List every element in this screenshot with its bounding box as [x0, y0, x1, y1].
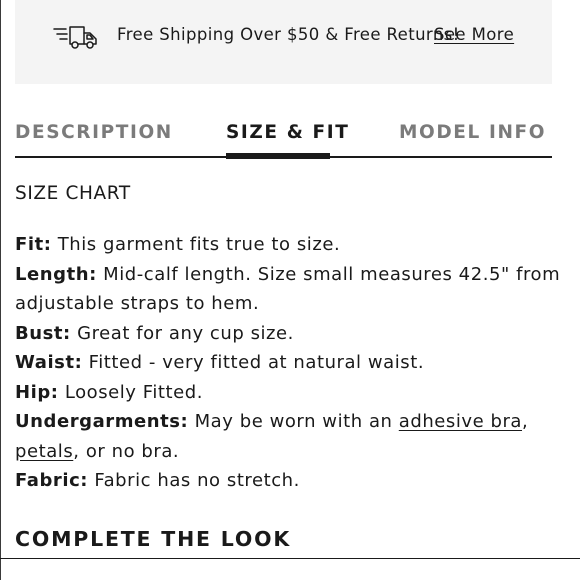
detail-value: , or no bra. — [73, 440, 180, 462]
tab-model-info[interactable]: MODEL INFO — [399, 122, 546, 143]
fit-details: Fit: This garment fits true to size. Len… — [15, 230, 560, 496]
tab-size-and-fit[interactable]: SIZE & FIT — [226, 122, 349, 143]
detail-separator: , — [522, 411, 529, 432]
detail-label: Bust: — [15, 322, 71, 344]
detail-undergarments-continued: petals, or no bra. — [15, 437, 555, 467]
detail-fabric: Fabric: Fabric has no stretch. — [15, 466, 555, 496]
detail-length-continued: adjustable straps to hem. — [15, 289, 555, 319]
detail-label: Fit: — [15, 234, 52, 255]
detail-label: Length: — [15, 263, 97, 285]
complete-the-look-heading: COMPLETE THE LOOK — [15, 527, 292, 551]
detail-value: May be worn with an — [194, 411, 393, 432]
detail-value: Great for any cup size. — [77, 322, 294, 344]
detail-undergarments: Undergarments: May be worn with an adhes… — [15, 407, 555, 437]
detail-value: Mid-calf length. Size small measures 42.… — [103, 263, 561, 285]
tab-description[interactable]: DESCRIPTION — [15, 122, 173, 143]
detail-value: Fitted - very fitted at natural waist. — [88, 352, 425, 373]
shipping-promo-text: Free Shipping Over $50 & Free Returns! — [117, 25, 460, 44]
detail-hip: Hip: Loosely Fitted. — [15, 378, 555, 408]
petals-link[interactable]: petals — [15, 441, 73, 462]
size-chart-link[interactable]: SIZE CHART — [15, 183, 131, 204]
left-border — [0, 0, 1, 580]
detail-fit: Fit: This garment fits true to size. — [15, 230, 555, 260]
detail-label: Fabric: — [15, 470, 89, 491]
section-divider — [0, 558, 580, 559]
detail-value: Fabric has no stretch. — [94, 470, 300, 491]
active-tab-indicator — [226, 153, 330, 159]
detail-label: Waist: — [15, 352, 83, 373]
product-tabs: DESCRIPTION SIZE & FIT MODEL INFO — [15, 118, 552, 160]
shipping-truck-icon — [53, 26, 97, 49]
adhesive-bra-link[interactable]: adhesive bra — [399, 411, 522, 432]
detail-length: Length: Mid-calf length. Size small meas… — [15, 260, 560, 290]
detail-bust: Bust: Great for any cup size. — [15, 319, 555, 349]
see-more-link[interactable]: See More — [434, 25, 514, 44]
detail-label: Hip: — [15, 381, 59, 403]
detail-value: This garment fits true to size. — [57, 234, 341, 255]
detail-waist: Waist: Fitted - very fitted at natural w… — [15, 348, 555, 378]
detail-value: Loosely Fitted. — [64, 381, 204, 403]
detail-label: Undergarments: — [15, 411, 189, 432]
detail-value: adjustable straps to hem. — [15, 293, 260, 314]
